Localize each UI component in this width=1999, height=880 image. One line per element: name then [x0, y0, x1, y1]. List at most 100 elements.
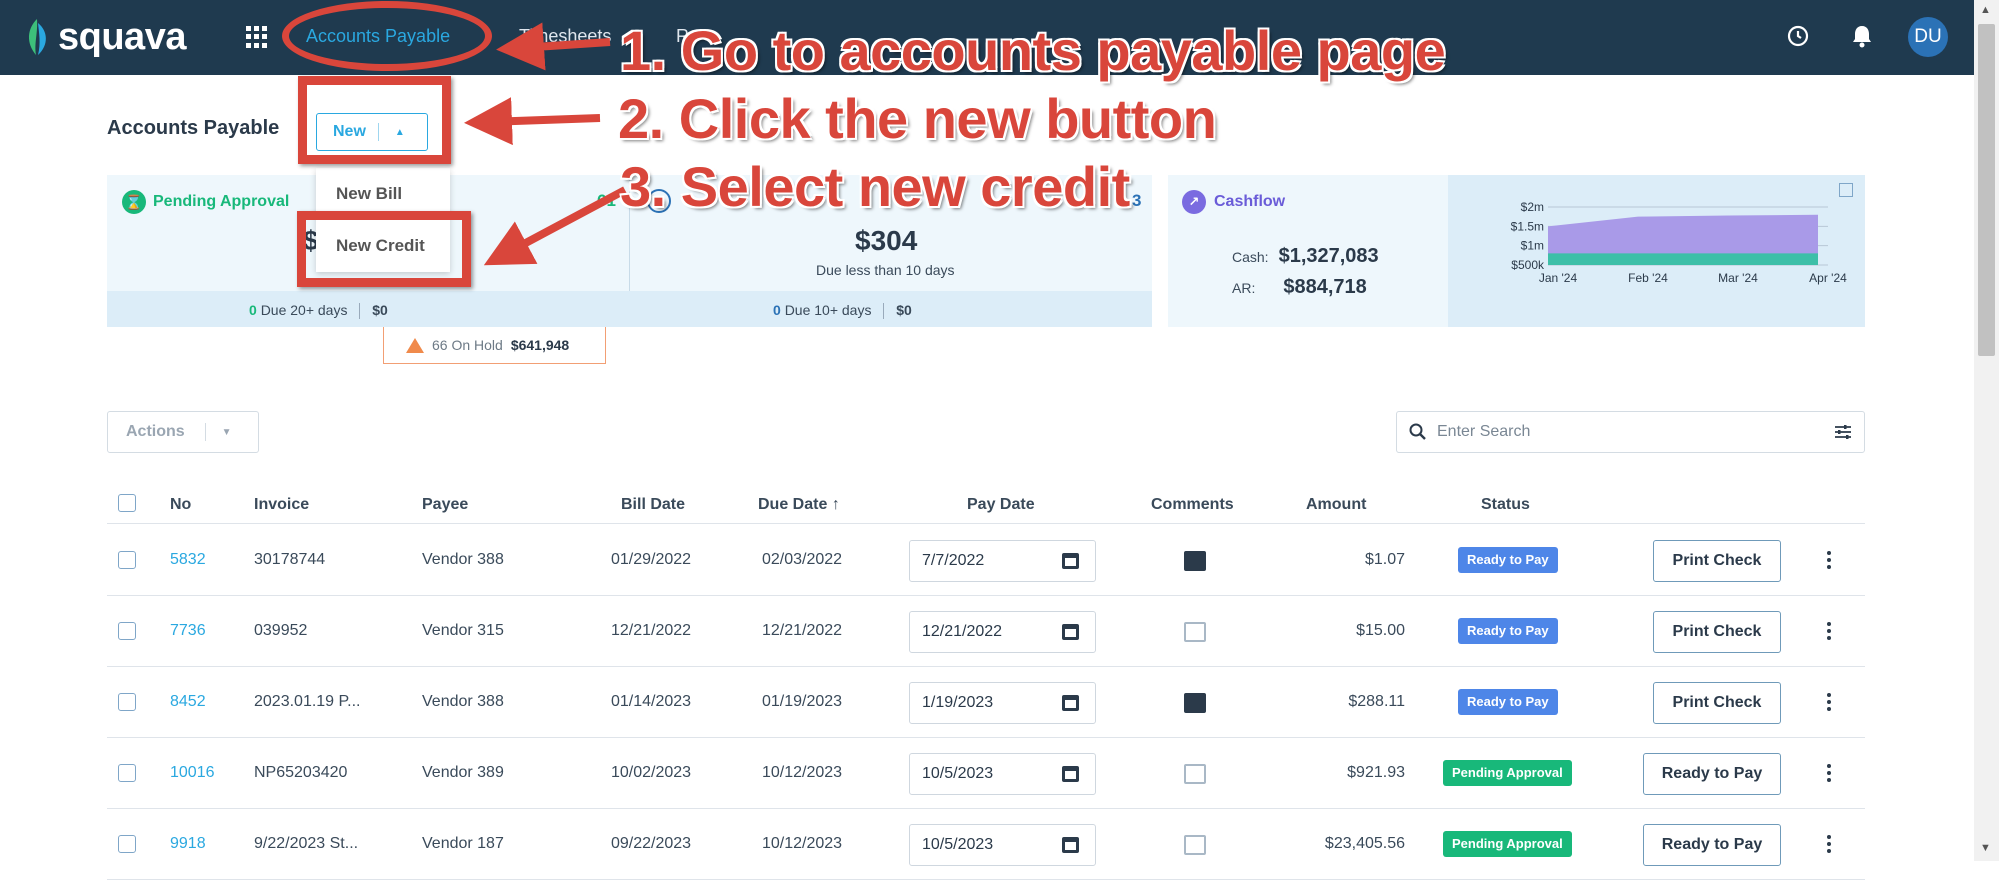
ready-count: 3 [1132, 191, 1142, 210]
row-action-button[interactable]: Ready to Pay [1643, 824, 1781, 866]
row-action-button[interactable]: Print Check [1653, 540, 1781, 582]
search-box[interactable] [1396, 411, 1865, 453]
ready-subtext: Due less than 10 days [816, 262, 955, 278]
col-amount[interactable]: Amount [1306, 496, 1366, 514]
row-action-button[interactable]: Print Check [1653, 611, 1781, 653]
comment-icon[interactable] [1184, 835, 1206, 855]
clock-icon[interactable] [1784, 24, 1812, 52]
comment-icon[interactable] [1184, 764, 1206, 784]
pending-due-summary[interactable]: 0 Due 20+ days $0 [249, 302, 388, 320]
calendar-icon[interactable] [1062, 766, 1079, 782]
bill-number-link[interactable]: 9918 [170, 835, 206, 853]
col-bill-date[interactable]: Bill Date [621, 496, 685, 514]
ready-due-summary[interactable]: 0 Due 10+ days $0 [773, 302, 912, 320]
annotation-box-credit [297, 211, 471, 287]
table-row[interactable]: 9918 9/22/2023 St... Vendor 187 09/22/2023 1… [107, 809, 1865, 880]
invoice-cell: 30178744 [254, 551, 326, 568]
search-input[interactable] [1437, 423, 1797, 441]
row-checkbox[interactable] [118, 693, 136, 711]
invoice-cell: 9/22/2023 St... [254, 835, 359, 852]
cashflow-header[interactable]: ↗ Cashflow [1182, 190, 1285, 214]
pending-count: 61 [597, 191, 616, 210]
ar-row: AR: $884,718 [1232, 276, 1367, 298]
row-checkbox[interactable] [118, 622, 136, 640]
table-row[interactable]: 7736 039952 Vendor 315 12/21/2022 12/21/2022… [107, 596, 1865, 667]
bill-date-cell: 01/29/2022 [611, 551, 692, 568]
calendar-icon[interactable] [1062, 837, 1079, 853]
invoice-cell: 2023.01.19 P... [254, 693, 361, 710]
more-options-icon[interactable] [1827, 622, 1831, 642]
col-due-date[interactable]: Due Date ↑ [758, 496, 840, 514]
comment-icon[interactable] [1184, 693, 1206, 713]
nav-timesheets[interactable]: Timesheets [519, 26, 611, 47]
amount-cell: $15.00 [1356, 622, 1405, 639]
brand-name: squava [58, 15, 186, 58]
chart-ytick-label: $500k [1511, 258, 1545, 272]
status-badge: Ready to Pay [1458, 547, 1558, 573]
actions-dropdown[interactable]: Actions ▼ [107, 411, 259, 453]
chart-xtick-label: Apr '24 [1809, 271, 1847, 285]
payee-cell: Vendor 315 [422, 622, 504, 639]
due-date-cell: 10/12/2023 [762, 764, 843, 781]
bill-number-link[interactable]: 7736 [170, 622, 206, 640]
payee-cell: Vendor 388 [422, 693, 504, 710]
page-scrollbar[interactable]: ▲ ▼ [1974, 0, 1999, 861]
pay-date-input[interactable]: 10/5/2023 [909, 824, 1096, 866]
calendar-icon[interactable] [1062, 553, 1079, 569]
table-row[interactable]: 10016 NP65203420 Vendor 389 10/02/2023 10/12… [107, 738, 1865, 809]
chart-xtick-label: Feb '24 [1628, 271, 1668, 285]
calendar-icon[interactable] [1062, 695, 1079, 711]
more-options-icon[interactable] [1827, 835, 1831, 855]
comment-icon[interactable] [1184, 622, 1206, 642]
pay-date-input[interactable]: 10/5/2023 [909, 753, 1096, 795]
bill-number-link[interactable]: 10016 [170, 764, 215, 782]
bill-date-cell: 09/22/2023 [611, 835, 692, 852]
table-header: No Invoice Payee Bill Date Due Date ↑ Pa… [107, 484, 1865, 524]
table-row[interactable]: 5832 30178744 Vendor 388 01/29/2022 02/03/20… [107, 525, 1865, 596]
annotation-ellipse [282, 1, 492, 71]
pending-approval-header[interactable]: ⌛ Pending Approval [122, 190, 289, 214]
on-hold-summary[interactable]: 66 On Hold $641,948 [383, 327, 606, 364]
scroll-down-arrow-icon[interactable]: ▼ [1980, 842, 1991, 854]
chart-ytick-label: $1m [1521, 239, 1544, 253]
col-invoice[interactable]: Invoice [254, 496, 309, 514]
more-options-icon[interactable] [1827, 764, 1831, 784]
scrollbar-thumb[interactable] [1978, 24, 1995, 356]
select-all-checkbox[interactable] [118, 494, 136, 512]
bill-number-link[interactable]: 5832 [170, 551, 206, 569]
col-payee[interactable]: Payee [422, 496, 468, 514]
row-checkbox[interactable] [118, 764, 136, 782]
calendar-icon[interactable] [1062, 624, 1079, 640]
pay-date-input[interactable]: 12/21/2022 [909, 611, 1096, 653]
cashflow-chart-panel: $2m $1.5m $1m $500k Jan '24 Feb '24 Mar '24 Apr… [1448, 175, 1865, 327]
open-external-icon[interactable] [1839, 183, 1853, 197]
more-options-icon[interactable] [1827, 551, 1831, 571]
row-action-button[interactable]: Print Check [1653, 682, 1781, 724]
pay-date-input[interactable]: 1/19/2023 [909, 682, 1096, 724]
chart-xtick-label: Mar '24 [1718, 271, 1758, 285]
apps-grid-icon[interactable] [246, 26, 268, 48]
filter-settings-icon[interactable] [1834, 423, 1852, 441]
col-no[interactable]: No [170, 496, 191, 514]
pay-date-input[interactable]: 7/7/2022 [909, 540, 1096, 582]
chart-xtick-label: Jan '24 [1539, 271, 1578, 285]
more-options-icon[interactable] [1827, 693, 1831, 713]
due-date-cell: 12/21/2022 [762, 622, 843, 639]
col-pay-date[interactable]: Pay Date [967, 496, 1035, 514]
row-action-button[interactable]: Ready to Pay [1643, 753, 1781, 795]
cash-row: Cash: $1,327,083 [1232, 245, 1379, 267]
annotation-box-new [298, 76, 451, 164]
bill-number-link[interactable]: 8452 [170, 693, 206, 711]
payee-cell: Vendor 388 [422, 551, 504, 568]
squava-logo[interactable]: squava [22, 12, 186, 62]
col-status[interactable]: Status [1481, 496, 1530, 514]
user-avatar[interactable]: DU [1908, 17, 1948, 57]
row-checkbox[interactable] [118, 551, 136, 569]
bill-date-cell: 10/02/2023 [611, 764, 692, 781]
scroll-up-arrow-icon[interactable]: ▲ [1980, 4, 1991, 16]
comment-icon[interactable] [1184, 551, 1206, 571]
table-row[interactable]: 8452 2023.01.19 P... Vendor 388 01/14/2023 0… [107, 667, 1865, 738]
row-checkbox[interactable] [118, 835, 136, 853]
col-comments[interactable]: Comments [1151, 496, 1234, 514]
bell-icon[interactable] [1848, 24, 1876, 52]
